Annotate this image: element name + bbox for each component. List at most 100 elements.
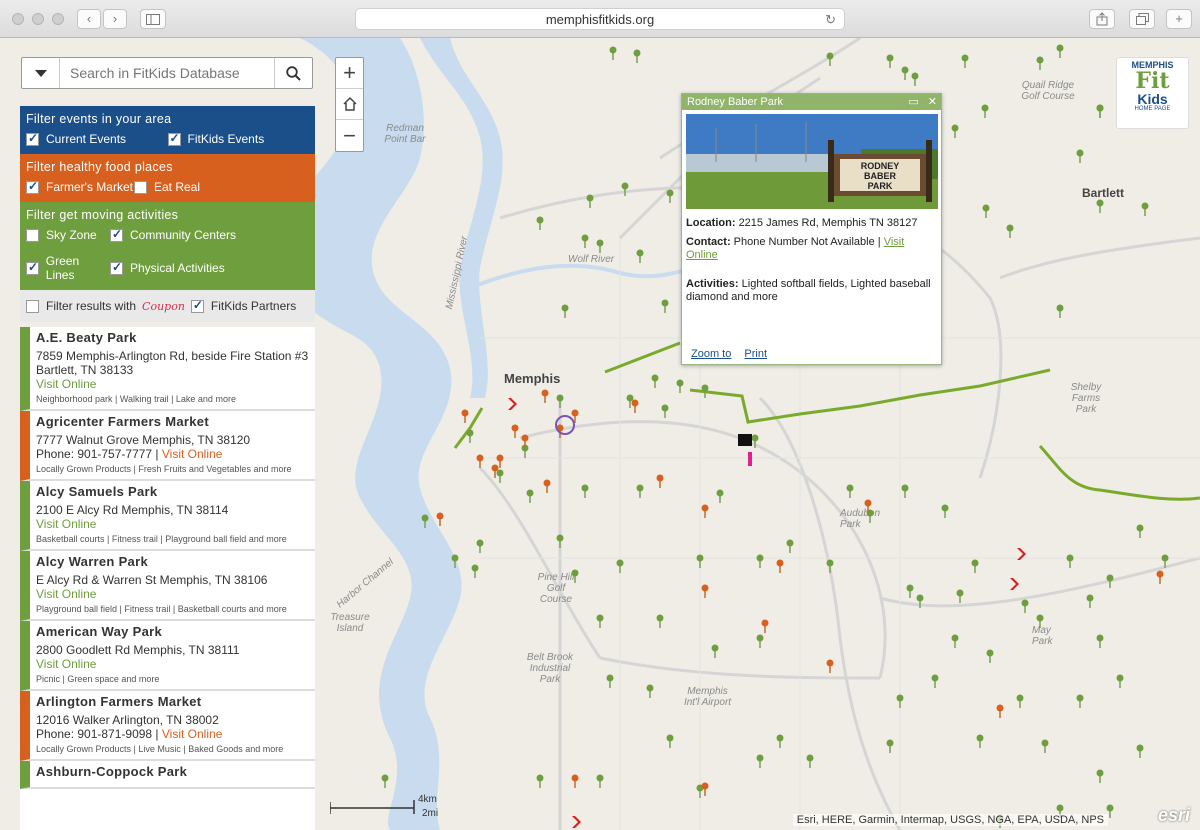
green-pin-head [1056, 804, 1064, 812]
visit-online-link[interactable]: Visit Online [36, 377, 309, 391]
filter-eat-real[interactable]: Eat Real [134, 180, 276, 194]
ymca-marker [508, 398, 517, 410]
item-address: 2800 Goodlett Rd Memphis, TN 38111 [36, 643, 240, 657]
visit-online-link[interactable]: Visit Online [36, 587, 309, 601]
maximize-icon[interactable]: ▭ [908, 96, 918, 108]
filter-physical-activities[interactable]: Physical Activities [110, 254, 300, 282]
fitkids-home-logo[interactable]: MEMPHIS Fit Kids HOME PAGE [1116, 57, 1189, 129]
green-pin-head [581, 484, 589, 492]
green-pin-head [381, 774, 389, 782]
green-pin-head [941, 504, 949, 512]
orange-pin-head [701, 782, 709, 790]
sign-line-1: RODNEY [861, 161, 900, 171]
green-pin-head [556, 534, 564, 542]
new-tab-button[interactable]: + [1166, 9, 1192, 29]
green-pin-head [1021, 599, 1029, 607]
green-pin-head [901, 484, 909, 492]
zoom-out-button[interactable]: − [336, 120, 363, 151]
popup-title: Rodney Baber Park [687, 96, 783, 108]
visit-online-link[interactable]: Visit Online [36, 657, 309, 671]
sidebar-toggle-button[interactable] [140, 9, 166, 29]
green-pin-head [636, 484, 644, 492]
zoom-in-button[interactable]: + [336, 58, 363, 89]
checkbox-checked[interactable] [26, 260, 39, 275]
list-item[interactable]: Alcy Warren Park E Alcy Rd & Warren St M… [20, 551, 315, 621]
share-button[interactable] [1089, 9, 1115, 29]
item-tags: Neighborhood park | Walking trail | Lake… [36, 394, 236, 404]
green-pin-head [906, 584, 914, 592]
green-pin-head [666, 734, 674, 742]
maximize-window-button[interactable] [52, 13, 64, 25]
minimize-window-button[interactable] [32, 13, 44, 25]
tabs-button[interactable] [1129, 9, 1155, 29]
orange-pin-head [521, 434, 529, 442]
green-pin-head [421, 514, 429, 522]
forward-button[interactable]: › [103, 9, 127, 29]
filter-moving-heading: Filter get moving activities [26, 208, 179, 222]
back-button[interactable]: ‹ [77, 9, 101, 29]
list-item[interactable]: Ashburn-Coppock Park [20, 761, 315, 789]
green-pin-head [656, 614, 664, 622]
checkbox-unchecked[interactable] [26, 228, 39, 242]
search-button[interactable] [274, 58, 312, 88]
green-pin-head [1096, 104, 1104, 112]
filter-panel: Filter events in your area Current Event… [20, 106, 315, 322]
green-pin-head [536, 774, 544, 782]
search-dropdown-button[interactable] [22, 58, 60, 88]
checkbox-unchecked[interactable] [26, 299, 39, 313]
list-item[interactable]: A.E. Beaty Park 7859 Memphis-Arlington R… [20, 327, 315, 411]
checkbox-checked[interactable] [190, 298, 204, 313]
checkbox-checked[interactable] [26, 179, 39, 194]
orange-pin-head [511, 424, 519, 432]
esri-logo: esri [1157, 805, 1190, 825]
park-photo: RODNEY BABER PARK [686, 114, 938, 209]
checkbox-checked[interactable] [26, 131, 39, 146]
address-bar[interactable]: memphisfitkids.org ↻ [355, 8, 845, 30]
checkbox-checked[interactable] [110, 260, 123, 275]
checkbox-checked[interactable] [110, 227, 123, 242]
filter-current-events[interactable]: Current Events [26, 131, 168, 146]
results-list[interactable]: A.E. Beaty Park 7859 Memphis-Arlington R… [20, 327, 315, 830]
filter-farmers-market[interactable]: Farmer's Market [26, 179, 134, 194]
filter-fitkids-events[interactable]: FitKids Events [167, 131, 310, 146]
green-pin-head [982, 204, 990, 212]
orange-pin-head [1156, 570, 1164, 578]
checkbox-checked[interactable] [167, 131, 181, 146]
green-pin-head [971, 559, 979, 567]
zoom-to-link[interactable]: Zoom to [691, 348, 731, 360]
list-item[interactable]: Alcy Samuels Park 2100 E Alcy Rd Memphis… [20, 481, 315, 551]
green-pin-head [1106, 574, 1114, 582]
list-item[interactable]: Agricenter Farmers Market 7777 Walnut Gr… [20, 411, 315, 481]
scale-bar: 4km 2mi [330, 794, 440, 819]
list-item[interactable]: American Way Park 2800 Goodlett Rd Memph… [20, 621, 315, 691]
green-pin-head [596, 239, 604, 247]
filter-community-centers[interactable]: Community Centers [110, 227, 300, 242]
item-title: Alcy Warren Park [36, 554, 148, 569]
green-pin-head [496, 469, 504, 477]
location-value: 2215 James Rd, Memphis TN 38127 [738, 217, 918, 229]
green-pin-head [756, 754, 764, 762]
visit-online-link[interactable]: Visit Online [162, 727, 222, 741]
print-link[interactable]: Print [744, 348, 767, 360]
item-title: Arlington Farmers Market [36, 694, 202, 709]
close-icon[interactable]: ✕ [928, 96, 937, 108]
item-tags: Picnic | Green space and more [36, 674, 160, 684]
filter-label: Eat Real [154, 180, 201, 194]
visit-online-link[interactable]: Visit Online [162, 447, 222, 461]
reload-icon[interactable]: ↻ [825, 9, 836, 30]
green-pin-head [596, 774, 604, 782]
item-phone: Phone: 901-757-7777 | [36, 447, 162, 461]
green-pin-head [1136, 524, 1144, 532]
green-pin-head [901, 66, 909, 74]
orange-pin-head [701, 504, 709, 512]
filter-green-lines[interactable]: Green Lines [26, 254, 110, 282]
filter-sky-zone[interactable]: Sky Zone [26, 228, 110, 242]
search-input[interactable] [60, 58, 274, 88]
map-view[interactable]: Memphis Bartlett Redman Point Bar Wolf R… [0, 38, 1200, 830]
green-pin-head [826, 559, 834, 567]
list-item[interactable]: Arlington Farmers Market 12016 Walker Ar… [20, 691, 315, 761]
close-window-button[interactable] [12, 13, 24, 25]
visit-online-link[interactable]: Visit Online [36, 517, 309, 531]
home-button[interactable] [336, 89, 363, 120]
checkbox-unchecked[interactable] [134, 180, 147, 194]
